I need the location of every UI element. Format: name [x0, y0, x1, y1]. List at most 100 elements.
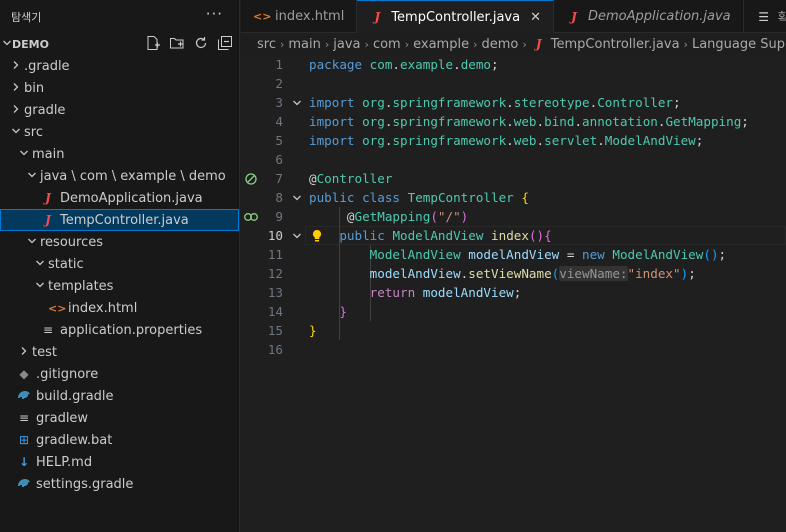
code-token: ; [673, 95, 681, 110]
breadcrumb-item[interactable]: src [257, 37, 276, 52]
breadcrumb-item[interactable]: java [333, 37, 360, 52]
editor-tab[interactable]: ☰ 확장: [744, 0, 786, 33]
fold-chevron-icon[interactable] [291, 93, 303, 112]
tree-file[interactable]: build.gradle [0, 385, 239, 407]
tree-folder[interactable]: bin [0, 77, 239, 99]
code-line[interactable]: 15} [241, 321, 786, 340]
tree-file[interactable]: ↓ HELP.md [0, 451, 239, 473]
breadcrumb: src › main › java › com › example › demo › J TempCont… [241, 33, 786, 55]
code-token: "index" [627, 266, 681, 281]
breadcrumb-item[interactable]: demo [481, 37, 518, 52]
tab-label: TempController.java [391, 9, 521, 25]
code-token: ( [430, 209, 438, 224]
code-line[interactable]: 8 public class TempController { [241, 188, 786, 207]
tree-file[interactable]: ≡ application.properties [0, 319, 239, 341]
new-folder-icon[interactable] [169, 35, 185, 51]
code-line[interactable]: 16 [241, 340, 786, 359]
code-line[interactable]: 11 ModelAndView modelAndView = new Model… [241, 245, 786, 264]
chevron-down-icon[interactable] [24, 170, 40, 183]
code-token: ModelAndView [392, 228, 484, 243]
breadcrumb-item[interactable]: main [288, 37, 320, 52]
tree-folder[interactable]: resources [0, 231, 239, 253]
code-editor[interactable]: 1 package com.example.demo; 2 3 import org.s… [241, 55, 786, 532]
tab-label: 확장: [777, 11, 786, 26]
tree-item-label: main [32, 146, 65, 162]
chevron-down-icon[interactable] [16, 148, 32, 161]
breadcrumb-item[interactable]: Language Support [692, 37, 786, 52]
chevron-down-icon[interactable] [2, 38, 12, 51]
tree-folder[interactable]: main [0, 143, 239, 165]
tree-item-label: static [48, 256, 84, 272]
tree-folder[interactable]: src [0, 121, 239, 143]
code-line[interactable]: 2 [241, 74, 786, 93]
code-token: stereotype [513, 95, 590, 110]
code-text: import org.springframework.web.bind.anno… [309, 112, 749, 131]
tree-folder[interactable]: .gradle [0, 55, 239, 77]
code-token: ; [741, 114, 749, 129]
code-token: GetMapping [665, 114, 742, 129]
breadcrumb-item[interactable]: TempController.java [551, 37, 680, 52]
line-number: 10 [267, 228, 283, 243]
line-number: 14 [267, 304, 283, 319]
new-file-icon[interactable] [145, 35, 161, 51]
code-token: ; [695, 133, 704, 148]
code-line[interactable]: 7 @Controller [241, 169, 786, 188]
project-root[interactable]: DEMO [0, 33, 239, 55]
tree-file[interactable]: J TempController.java [0, 209, 239, 231]
close-icon[interactable]: ✕ [530, 10, 541, 25]
editor-tab[interactable]: J TempController.java ✕ [357, 0, 554, 33]
breadcrumb-item[interactable]: com [373, 37, 401, 52]
explorer-sidebar: 탐색기 ··· DEMO .gradle bin gradle src main java… [0, 0, 240, 532]
code-token: public [309, 190, 355, 205]
more-actions-icon[interactable]: ··· [206, 5, 223, 23]
chevron-right-icon[interactable] [16, 346, 32, 359]
chevron-down-icon[interactable] [24, 236, 40, 249]
chevron-down-icon[interactable] [8, 126, 24, 139]
chevron-down-icon[interactable] [32, 280, 48, 293]
editor-tabs: <> index.html J TempController.java ✕ J DemoAp… [241, 0, 786, 33]
tree-folder[interactable]: static [0, 253, 239, 275]
fold-chevron-icon[interactable] [291, 226, 303, 245]
editor-tab[interactable]: <> index.html [241, 0, 358, 33]
editor-tab[interactable]: J DemoApplication.java [554, 0, 744, 33]
code-line[interactable]: 9 @GetMapping("/") [241, 207, 786, 226]
tree-folder[interactable]: templates [0, 275, 239, 297]
code-line[interactable]: 5 import org.springframework.web.servlet.… [241, 131, 786, 150]
line-number: 4 [275, 114, 283, 129]
java-file-icon: J [571, 9, 577, 24]
chevron-right-icon[interactable] [8, 82, 24, 95]
tree-folder[interactable]: gradle [0, 99, 239, 121]
tree-file[interactable]: settings.gradle [0, 473, 239, 495]
code-line[interactable]: 6 [241, 150, 786, 169]
tree-folder[interactable]: java \ com \ example \ demo [0, 165, 239, 187]
mapping-icon[interactable] [243, 207, 259, 226]
code-line[interactable]: 13 return modelAndView; [241, 283, 786, 302]
refresh-icon[interactable] [193, 35, 209, 51]
code-line[interactable]: 12 modelAndView.setViewName(viewName:"in… [241, 264, 786, 283]
tree-file[interactable]: J DemoApplication.java [0, 187, 239, 209]
tree-file[interactable]: ≡ gradlew [0, 407, 239, 429]
chevron-right-icon: › [324, 37, 330, 51]
code-token: () [703, 247, 719, 262]
collapse-all-icon[interactable] [217, 35, 233, 51]
code-line[interactable]: 10 public ModelAndView index(){ [241, 226, 786, 245]
code-line[interactable]: 14 } [241, 302, 786, 321]
code-line[interactable]: 4 import org.springframework.web.bind.ann… [241, 112, 786, 131]
tree-file[interactable]: ◆ .gitignore [0, 363, 239, 385]
chevron-right-icon[interactable] [8, 104, 24, 117]
tree-file[interactable]: <> index.html [0, 297, 239, 319]
fold-chevron-icon[interactable] [291, 188, 303, 207]
code-line[interactable]: 3 import org.springframework.stereotype.C… [241, 93, 786, 112]
code-token: servlet [544, 133, 598, 148]
code-line[interactable]: 1 package com.example.demo; [241, 55, 786, 74]
tree-file[interactable]: ⊞ gradlew.bat [0, 429, 239, 451]
chevron-down-icon[interactable] [32, 258, 48, 271]
chevron-right-icon[interactable] [8, 60, 24, 73]
tree-folder[interactable]: test [0, 341, 239, 363]
bean-icon[interactable] [243, 169, 259, 188]
line-number: 8 [275, 190, 283, 205]
breadcrumb-item[interactable]: example [413, 37, 469, 52]
